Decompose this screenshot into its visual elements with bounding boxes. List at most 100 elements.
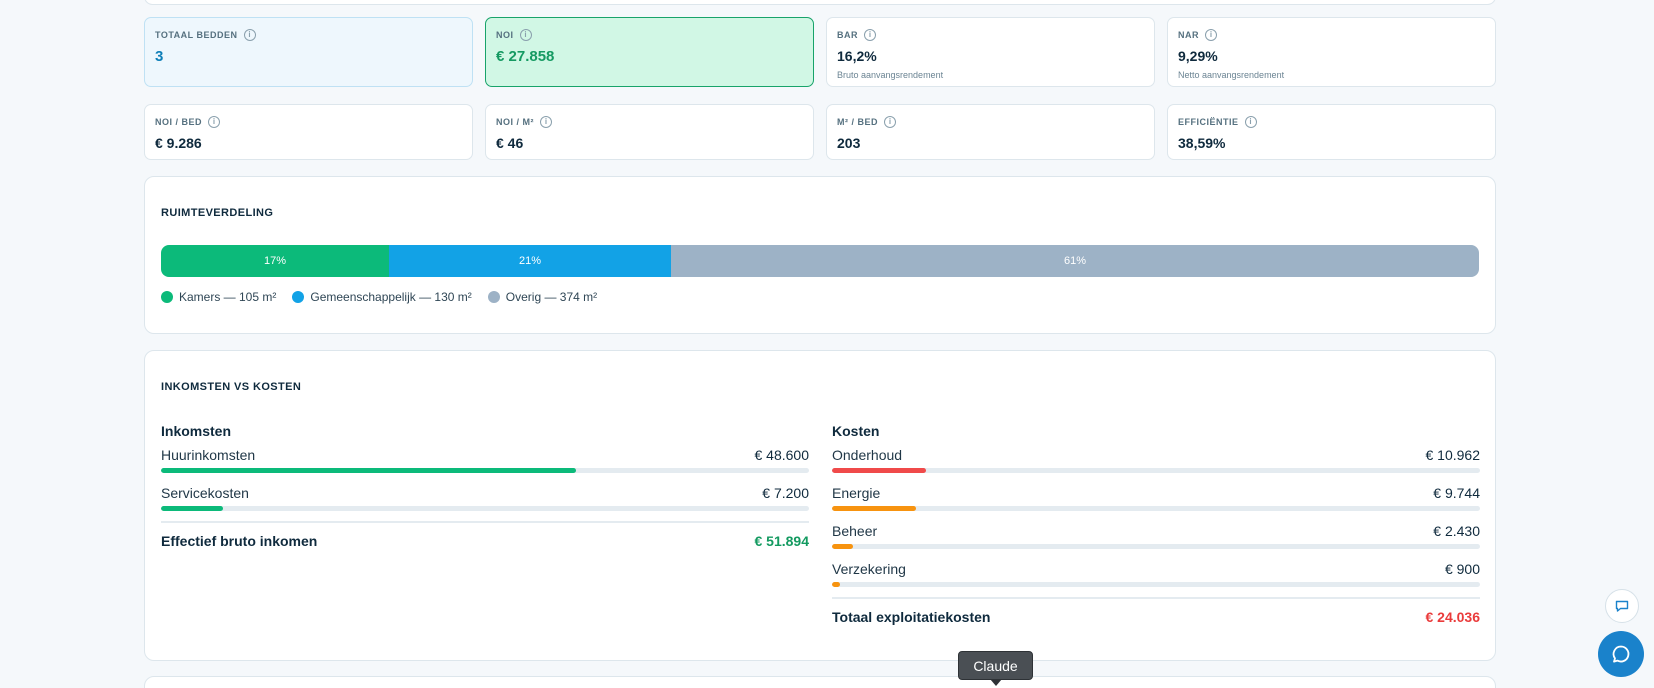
total-label: Effectief bruto inkomen bbox=[161, 533, 318, 549]
legend-dot bbox=[161, 291, 173, 303]
legend-item-kamers: Kamers — 105 m² bbox=[161, 290, 276, 304]
progress-track bbox=[832, 582, 1480, 587]
metric-value: € 9.286 bbox=[155, 135, 202, 151]
row-value: € 2.430 bbox=[1433, 523, 1480, 539]
info-icon[interactable]: i bbox=[1205, 29, 1217, 41]
metric-label: NAR bbox=[1178, 30, 1199, 40]
metric-bar: BAR i 16,2% Bruto aanvangsrendement bbox=[826, 17, 1155, 87]
row-value: € 48.600 bbox=[754, 447, 810, 463]
metric-noi-per-bed: NOI / BED i € 9.286 bbox=[144, 104, 473, 160]
metric-m2-per-bed: M² / BED i 203 bbox=[826, 104, 1155, 160]
row-servicekosten: Servicekosten € 7.200 bbox=[161, 477, 809, 515]
column-title: Inkomsten bbox=[161, 423, 232, 439]
row-label: Huurinkomsten bbox=[161, 447, 256, 463]
legend-label: Overig — 374 m² bbox=[505, 290, 598, 304]
previous-card bbox=[144, 0, 1496, 5]
metric-subtitle: Netto aanvangsrendement bbox=[1178, 70, 1285, 80]
row-beheer: Beheer € 2.430 bbox=[832, 515, 1480, 553]
row-label: Verzekering bbox=[832, 561, 906, 577]
metric-value: 38,59% bbox=[1178, 135, 1226, 151]
metric-label: NOI bbox=[496, 30, 514, 40]
progress-fill bbox=[832, 544, 853, 549]
space-distribution-bar: 17% 21% 61% bbox=[161, 245, 1479, 277]
row-huurinkomsten: Huurinkomsten € 48.600 bbox=[161, 439, 809, 477]
info-icon[interactable]: i bbox=[540, 116, 552, 128]
metric-value: 3 bbox=[155, 48, 164, 65]
column-title: Kosten bbox=[832, 423, 880, 439]
row-label: Beheer bbox=[832, 523, 878, 539]
legend-label: Gemeenschappelijk — 130 m² bbox=[310, 290, 472, 304]
info-icon[interactable]: i bbox=[1244, 116, 1257, 128]
next-card bbox=[144, 676, 1496, 688]
segment-overig: 61% bbox=[671, 245, 1479, 277]
metric-label: NOI / BED bbox=[155, 117, 203, 127]
total-label: Totaal exploitatiekosten bbox=[832, 609, 991, 625]
progress-fill bbox=[832, 468, 926, 473]
info-icon[interactable]: i bbox=[884, 116, 896, 128]
tooltip-arrow bbox=[990, 679, 1002, 686]
metric-efficientie: EFFICIËNTIE i 38,59% bbox=[1167, 104, 1496, 160]
metric-label: EFFICIËNTIE bbox=[1178, 117, 1239, 127]
metric-value: 16,2% bbox=[837, 48, 877, 64]
progress-fill bbox=[832, 582, 840, 587]
total-row: Effectief bruto inkomen € 51.894 bbox=[161, 521, 809, 555]
progress-track bbox=[832, 468, 1480, 473]
inkomsten-column: Inkomsten Huurinkomsten € 48.600 Service… bbox=[161, 423, 809, 555]
metric-label: NOI / M² bbox=[496, 117, 534, 127]
row-verzekering: Verzekering € 900 bbox=[832, 553, 1480, 591]
progress-fill bbox=[161, 506, 223, 511]
legend-dot bbox=[292, 291, 305, 303]
metric-label: M² / BED bbox=[837, 117, 878, 127]
legend-item-overig: Overig — 374 m² bbox=[487, 290, 598, 304]
metric-subtitle: Bruto aanvangsrendement bbox=[837, 70, 944, 80]
row-energie: Energie € 9.744 bbox=[832, 477, 1480, 515]
progress-fill bbox=[832, 506, 917, 511]
metric-noi: NOI i € 27.858 bbox=[485, 17, 814, 87]
tooltip: Claude bbox=[958, 651, 1033, 680]
total-row: Totaal exploitatiekosten € 24.036 bbox=[832, 597, 1480, 631]
total-value: € 24.036 bbox=[1425, 609, 1481, 625]
metric-label: TOTAAL BEDDEN bbox=[155, 30, 238, 40]
segment-gemeenschappelijk: 21% bbox=[389, 245, 672, 277]
legend: Kamers — 105 m² Gemeenschappelijk — 130 … bbox=[161, 290, 597, 304]
info-icon[interactable]: i bbox=[243, 29, 256, 41]
section-title: RUIMTEVERDELING bbox=[161, 207, 274, 219]
row-value: € 7.200 bbox=[762, 485, 809, 501]
metric-nar: NAR i 9,29% Netto aanvangsrendement bbox=[1167, 17, 1496, 87]
legend-dot bbox=[487, 291, 500, 303]
row-label: Onderhoud bbox=[832, 447, 903, 463]
row-label: Servicekosten bbox=[161, 485, 249, 501]
row-value: € 9.744 bbox=[1433, 485, 1480, 501]
legend-item-gemeenschappelijk: Gemeenschappelijk — 130 m² bbox=[292, 290, 472, 304]
ruimteverdeling-card: RUIMTEVERDELING 17% 21% 61% Kamers — 105… bbox=[144, 176, 1496, 334]
comment-button[interactable] bbox=[1605, 589, 1639, 623]
segment-kamers: 17% bbox=[161, 245, 389, 277]
metric-noi-per-m2: NOI / M² i € 46 bbox=[485, 104, 814, 160]
metric-value: 9,29% bbox=[1178, 48, 1218, 64]
chat-bubble-icon bbox=[1612, 645, 1630, 663]
progress-track bbox=[832, 544, 1480, 549]
comment-icon bbox=[1615, 600, 1629, 612]
info-icon[interactable]: i bbox=[208, 116, 221, 128]
row-label: Energie bbox=[832, 485, 881, 501]
progress-fill bbox=[161, 468, 576, 473]
row-value: € 900 bbox=[1444, 561, 1480, 577]
progress-track bbox=[832, 506, 1480, 511]
inkomsten-kosten-card: INKOMSTEN VS KOSTEN Inkomsten Huurinkoms… bbox=[144, 350, 1496, 661]
info-icon[interactable]: i bbox=[864, 29, 876, 41]
progress-track bbox=[161, 506, 809, 511]
kosten-column: Kosten Onderhoud € 10.962 Energie € 9.74… bbox=[832, 423, 1480, 631]
row-onderhoud: Onderhoud € 10.962 bbox=[832, 439, 1480, 477]
info-icon[interactable]: i bbox=[519, 29, 532, 41]
metric-value: € 46 bbox=[496, 135, 524, 151]
metric-totaal-bedden: TOTAAL BEDDEN i 3 bbox=[144, 17, 473, 87]
section-title: INKOMSTEN VS KOSTEN bbox=[161, 381, 302, 393]
metric-value: 203 bbox=[837, 135, 861, 151]
row-value: € 10.962 bbox=[1425, 447, 1481, 463]
chat-button[interactable] bbox=[1598, 631, 1644, 677]
metric-label: BAR bbox=[837, 30, 858, 40]
progress-track bbox=[161, 468, 809, 473]
legend-label: Kamers — 105 m² bbox=[179, 290, 277, 304]
metric-value: € 27.858 bbox=[496, 48, 555, 65]
total-value: € 51.894 bbox=[754, 533, 810, 549]
